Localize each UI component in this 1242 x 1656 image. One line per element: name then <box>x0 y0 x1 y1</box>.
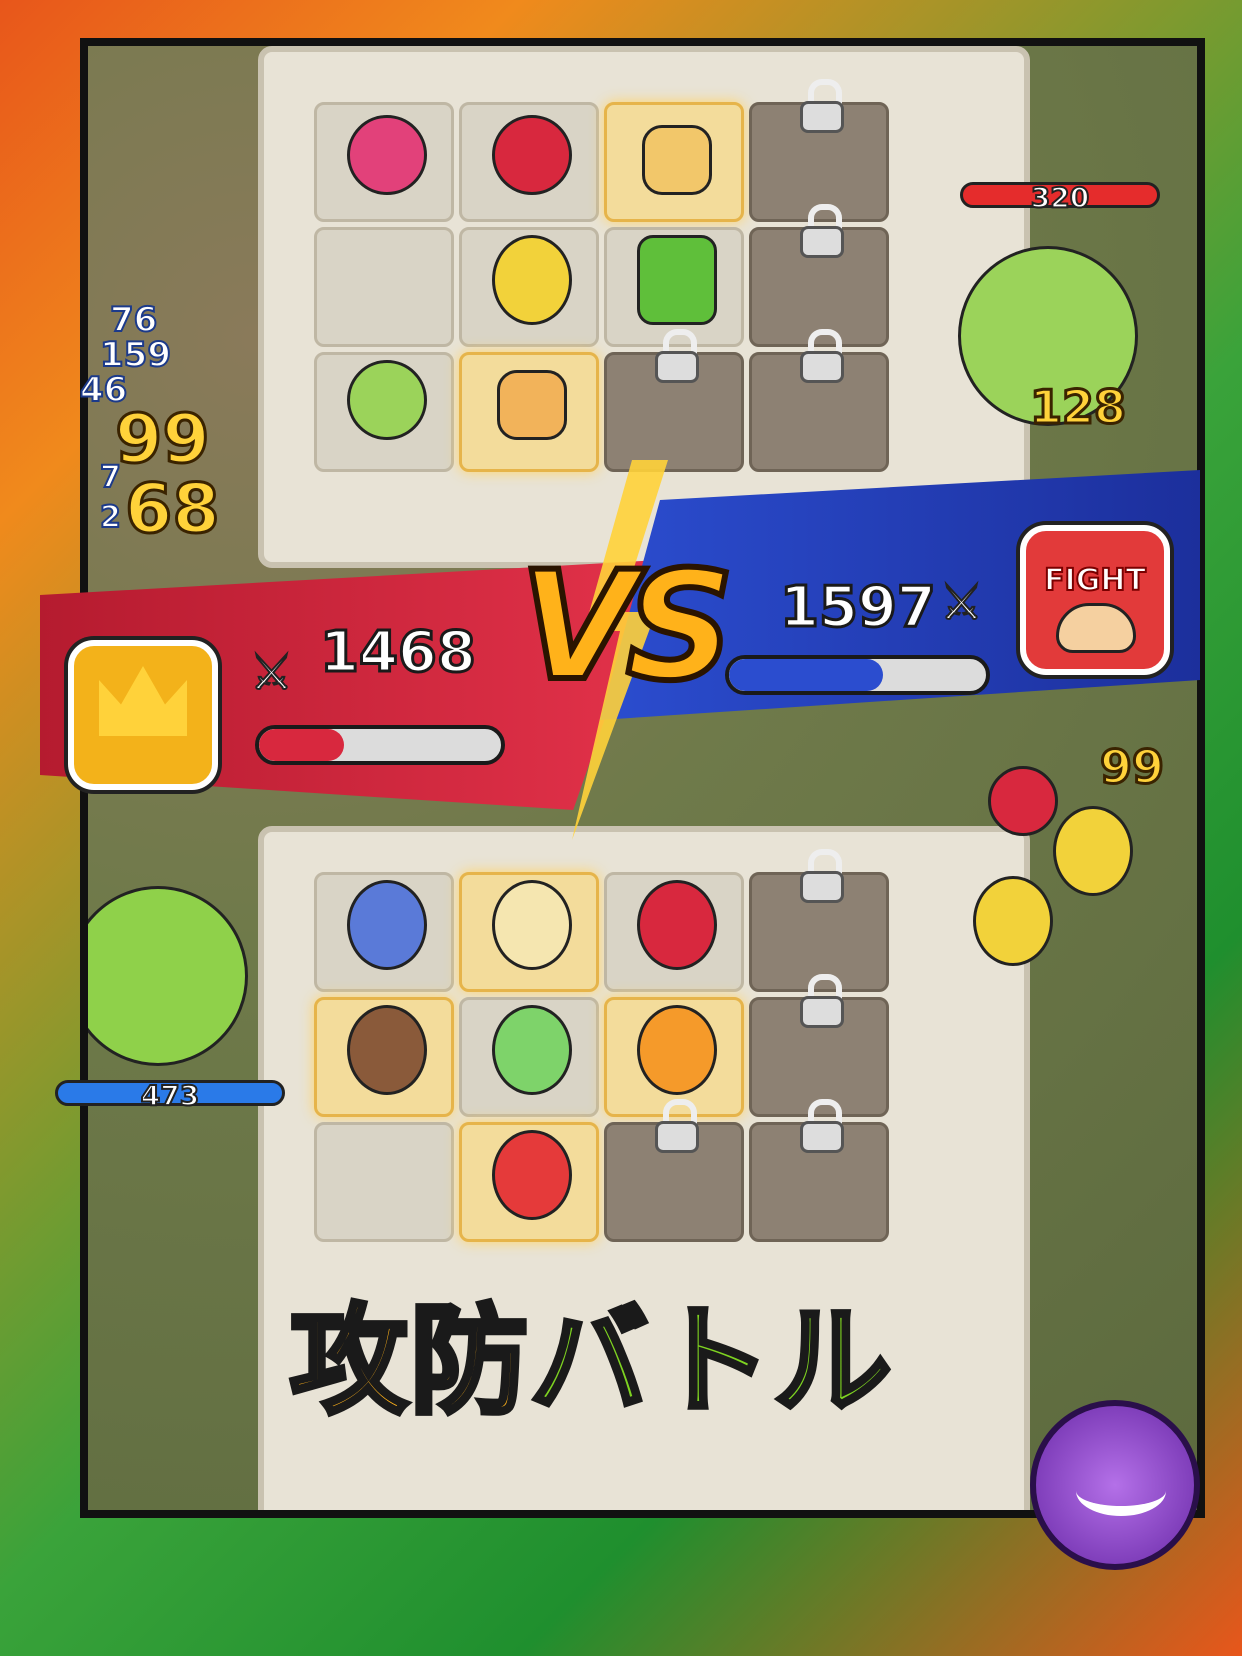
title-part-2: バトル <box>528 1290 895 1433</box>
enemy-hp-bar: 473 <box>55 1078 285 1113</box>
grid-tile-highlighted[interactable] <box>459 872 599 992</box>
unit-popcorn <box>492 880 572 970</box>
damage-number: 128 <box>1028 379 1127 436</box>
enemy-corn <box>973 876 1053 966</box>
critical-damage-number: 99 <box>114 399 212 481</box>
right-team-power: 1597 <box>779 574 938 642</box>
enemy-corn <box>1053 806 1133 896</box>
grid-tile[interactable] <box>604 872 744 992</box>
grid-tile-highlighted[interactable] <box>314 997 454 1117</box>
padlock-icon <box>655 329 699 383</box>
enemy-hp-value: 320 <box>1030 180 1090 215</box>
grid-tile[interactable] <box>459 227 599 347</box>
grid-tile[interactable] <box>314 872 454 992</box>
unit-bread <box>497 370 567 440</box>
grid-tile[interactable] <box>314 102 454 222</box>
title-part-1: 攻防 <box>287 1290 531 1433</box>
unit-broccoli <box>637 235 717 325</box>
grid-tile[interactable] <box>314 352 454 472</box>
left-team-progress-fill <box>259 729 344 761</box>
grid-tile[interactable] <box>314 227 454 347</box>
grid-tile[interactable] <box>459 997 599 1117</box>
padlock-icon <box>800 974 844 1028</box>
unit-bread <box>642 125 712 195</box>
grid-tile[interactable] <box>314 1122 454 1242</box>
vs-label: VS <box>517 537 737 717</box>
damage-number: 2 <box>99 499 122 536</box>
unit-chef-pea <box>347 360 427 440</box>
fight-label: FIGHT <box>1043 562 1147 599</box>
crossed-swords-icon: ⚔ <box>939 574 984 632</box>
left-team-power: 1468 <box>319 619 478 687</box>
unit-cabbage <box>492 1005 572 1095</box>
fight-helmet-icon <box>1056 603 1136 653</box>
enemy-hp-bar: 320 <box>960 180 1160 215</box>
crowned-king-icon <box>99 666 187 736</box>
enemy-apple <box>988 766 1058 836</box>
damage-number: 159 <box>99 334 172 376</box>
unit-apple <box>492 115 572 195</box>
unit-blueberry-wizard <box>347 880 427 970</box>
right-team-avatar[interactable]: FIGHT <box>1020 525 1170 675</box>
grid-tile-locked <box>749 1099 889 1242</box>
grid-tile-locked <box>749 329 889 472</box>
damage-number: 99 <box>1098 739 1165 796</box>
unit-dragonfruit <box>347 115 427 195</box>
left-team-progress-bar <box>255 725 505 765</box>
game-title: 攻防バトル <box>287 1265 895 1436</box>
grid-tile-locked <box>604 329 744 472</box>
unit-tomato <box>492 1130 572 1220</box>
padlock-icon <box>800 1099 844 1153</box>
emblem-grin <box>1076 1466 1166 1516</box>
left-team-avatar[interactable] <box>68 640 218 790</box>
right-team-progress-fill <box>729 659 884 691</box>
damage-number: 76 <box>109 299 158 341</box>
right-team-progress-bar <box>725 655 990 695</box>
padlock-icon <box>800 329 844 383</box>
padlock-icon <box>800 849 844 903</box>
crossed-swords-icon: ⚔ <box>249 644 294 702</box>
grid-tile-highlighted[interactable] <box>459 352 599 472</box>
grid-tile-locked <box>604 1099 744 1242</box>
padlock-icon <box>655 1099 699 1153</box>
purple-rose-emblem-icon <box>1030 1400 1200 1570</box>
grid-tile-highlighted[interactable] <box>459 1122 599 1242</box>
unit-apple-gunner <box>637 880 717 970</box>
unit-orange <box>637 1005 717 1095</box>
padlock-icon <box>800 204 844 258</box>
critical-damage-number: 68 <box>124 469 222 551</box>
grid-tile[interactable] <box>459 102 599 222</box>
unit-mushroom-knight <box>347 1005 427 1095</box>
unit-corn-gunner <box>492 235 572 325</box>
grid-tile-highlighted[interactable] <box>604 102 744 222</box>
enemy-hp-value: 473 <box>140 1078 200 1113</box>
padlock-icon <box>800 79 844 133</box>
